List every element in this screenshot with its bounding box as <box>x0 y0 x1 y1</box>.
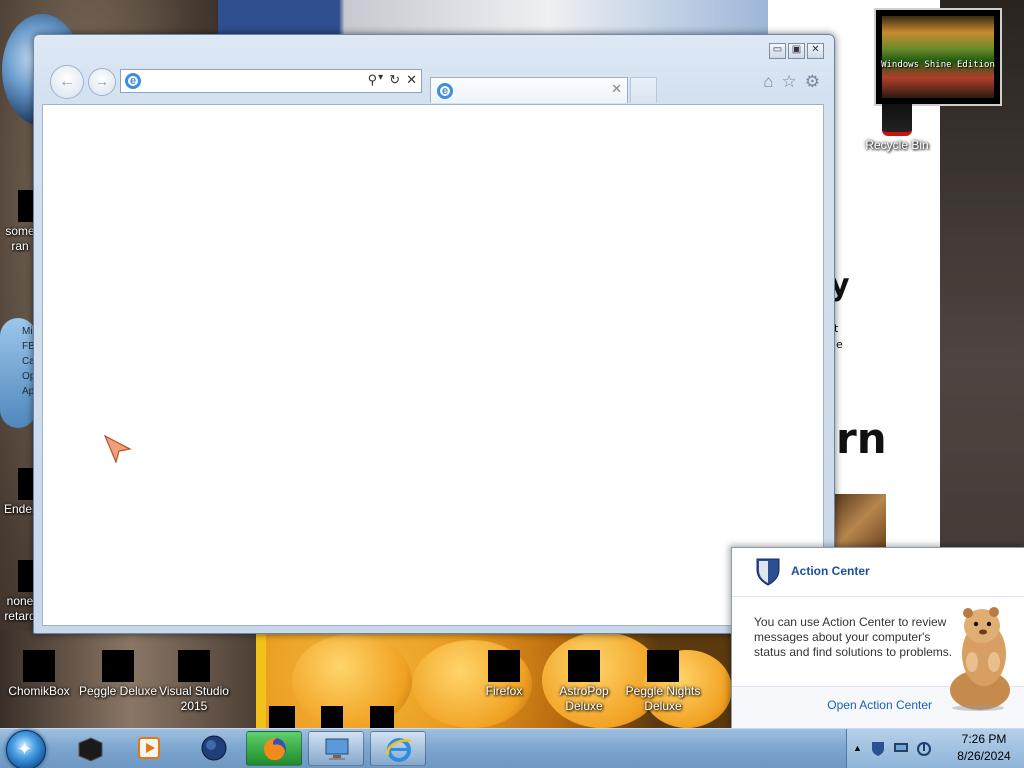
peggle-icon <box>102 650 134 682</box>
yellow-bar <box>256 632 266 728</box>
desktop-icon-recycle-bin[interactable]: Recycle Bin <box>862 104 932 153</box>
desktop-icon-visual-studio[interactable]: Visual Studio 2015 <box>156 650 232 714</box>
command-icons: ⌂ ☆ ⚙ <box>763 72 820 92</box>
desktop-icon-row3-b[interactable] <box>318 706 346 728</box>
desktop-icon-label: AstroPop Deluxe <box>559 684 609 713</box>
refresh-icon[interactable]: ↻ <box>389 72 400 88</box>
favorites-icon[interactable]: ☆ <box>782 72 797 92</box>
browser-window[interactable]: ▭ ▣ ✕ ← → e ⚲ ▾ ↻ ✕ e ✕ ⌂ ☆ ⚙ <box>33 34 835 634</box>
start-button[interactable]: ✦ <box>6 730 46 768</box>
taskbar-item-media-player[interactable] <box>121 731 177 766</box>
search-icon[interactable]: ⚲ <box>368 72 378 88</box>
new-tab-button[interactable] <box>630 77 657 103</box>
divider <box>732 596 1024 597</box>
desktop-icon-astropop[interactable]: AstroPop Deluxe <box>550 650 618 714</box>
app-icon <box>269 706 295 728</box>
desktop-icon-chomikbox[interactable]: ChomikBox <box>4 650 74 699</box>
address-input[interactable] <box>145 72 349 92</box>
background-text-e: e <box>836 338 843 351</box>
hamster-mascot-icon <box>950 607 1010 711</box>
maximize-button[interactable]: ▣ <box>788 43 805 59</box>
app-icon <box>321 706 343 728</box>
remote-desktop-icon <box>325 738 349 760</box>
peggle-nights-icon <box>647 650 679 682</box>
action-center-message: You can use Action Center to review mess… <box>754 615 953 659</box>
background-banner <box>218 0 768 34</box>
app-icon <box>370 706 394 728</box>
back-button[interactable]: ← <box>50 65 84 99</box>
desktop-icon-label: Firefox <box>485 684 523 698</box>
window-controls: ▭ ▣ ✕ <box>769 43 824 59</box>
shield-icon <box>756 558 780 586</box>
firefox-icon <box>264 737 286 761</box>
show-hidden-icons-icon[interactable]: ▲ <box>853 743 862 753</box>
desktop-icon-peggle-deluxe[interactable]: Peggle Deluxe <box>78 650 158 699</box>
gadget-line: FB <box>22 341 35 352</box>
clock-time: 7:26 PM <box>961 732 1007 746</box>
browser-tab[interactable]: e ✕ <box>430 77 628 103</box>
globe-icon <box>201 735 227 761</box>
home-icon[interactable]: ⌂ <box>763 72 773 92</box>
tools-icon[interactable]: ⚙ <box>805 72 820 92</box>
taskbar-item-internet-explorer[interactable] <box>370 731 426 766</box>
desktop-icon-firefox[interactable]: Firefox <box>472 650 536 699</box>
astropop-icon <box>568 650 600 682</box>
windows-logo-icon: ✦ <box>17 739 33 759</box>
desktop-icon-label: Recycle Bin <box>865 138 929 152</box>
background-image <box>834 494 886 550</box>
clock-date: 8/26/2024 <box>957 749 1011 763</box>
open-action-center-link[interactable]: Open Action Center <box>827 698 932 712</box>
taskbar-item-remote-desktop[interactable] <box>308 731 364 766</box>
visual-studio-icon <box>178 650 210 682</box>
ie-page-icon: e <box>125 73 141 89</box>
address-tools: ⚲ ▾ ↻ ✕ <box>368 72 417 88</box>
recycle-bin-icon <box>882 104 912 136</box>
stop-icon[interactable]: ✕ <box>406 72 417 88</box>
background-text-rn: rn <box>836 414 887 463</box>
desktop-icon-label: Visual Studio 2015 <box>159 684 229 713</box>
desktop-icon-label: Peggle Deluxe <box>78 684 158 698</box>
slideshow-gadget[interactable]: Windows Shine Edition <box>874 8 1002 106</box>
desktop-icon-label: Peggle Nights Deluxe <box>625 684 701 713</box>
gadget-line: Ap <box>22 386 35 397</box>
speaker-icon[interactable] <box>917 741 931 757</box>
desktop-icon-row3-a[interactable] <box>268 706 296 728</box>
close-button[interactable]: ✕ <box>807 43 824 59</box>
slideshow-image <box>882 16 994 98</box>
media-player-icon <box>138 737 160 759</box>
action-center-flag-icon[interactable] <box>871 741 885 757</box>
forward-button[interactable]: → <box>88 68 116 96</box>
taskbar-item-globe[interactable] <box>186 731 242 766</box>
gadget-line: Mi <box>22 326 33 337</box>
action-center-title: Action Center <box>791 564 870 578</box>
system-clock[interactable]: 7:26 PM 8/26/2024 <box>943 731 1024 765</box>
desktop-icon-peggle-nights[interactable]: Peggle Nights Deluxe <box>620 650 706 714</box>
minimize-button[interactable]: ▭ <box>769 43 786 59</box>
slideshow-caption: Windows Shine Edition <box>881 60 995 70</box>
internet-explorer-icon <box>386 738 412 762</box>
taskbar-item-firefox[interactable] <box>246 731 302 766</box>
chomikbox-icon <box>23 650 55 682</box>
taskbar: ✦ ▲ 7:26 PM 8/26/2024 <box>0 728 1024 768</box>
network-icon[interactable] <box>893 741 909 755</box>
gadget-panel[interactable]: Mi FB Ca Op Ap <box>0 318 36 428</box>
action-center-popup[interactable]: Action Center You can use Action Center … <box>731 547 1024 730</box>
tab-close-icon[interactable]: ✕ <box>611 81 622 97</box>
ie-tab-icon: e <box>437 83 453 99</box>
address-bar[interactable]: e ⚲ ▾ ↻ ✕ <box>120 69 422 93</box>
notification-area: ▲ 7:26 PM 8/26/2024 <box>846 729 1024 768</box>
taskbar-item-app-black[interactable] <box>62 731 118 766</box>
page-content[interactable] <box>42 104 824 626</box>
mouse-cursor-icon <box>104 435 132 463</box>
desktop-icon-row3-c[interactable] <box>368 706 396 728</box>
desktop-icon-label: ChomikBox <box>8 684 70 698</box>
firefox-icon <box>488 650 520 682</box>
gadget-line: Ca <box>22 356 35 367</box>
gadget-line: Op <box>22 371 36 382</box>
black-box-icon <box>78 737 103 762</box>
chevron-down-icon[interactable]: ▾ <box>378 72 383 88</box>
